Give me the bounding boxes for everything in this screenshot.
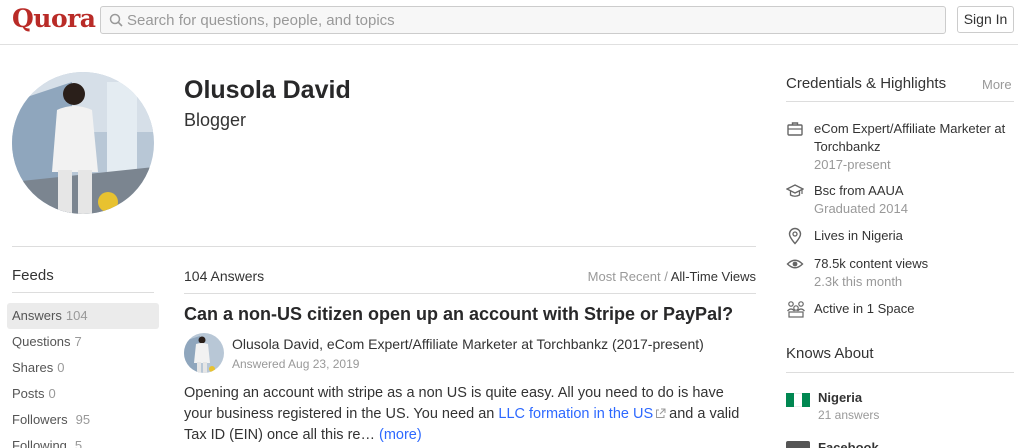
location-icon [788,227,802,245]
topic-facebook[interactable]: Facebook [818,440,879,448]
profile-avatar [12,72,154,214]
feeds-divider [12,292,154,293]
feed-item-count: 0 [48,386,56,401]
feed-item-count: 0 [57,360,65,375]
question-title[interactable]: Can a non-US citizen open up an account … [184,304,733,325]
llc-formation-link[interactable]: LLC formation in the US [498,406,653,422]
credential-employment: eCom Expert/Affiliate Marketer at Torchb… [786,120,1018,174]
topic-nigeria[interactable]: Nigeria [818,390,862,405]
feed-item-count: 7 [74,334,82,349]
feeds-title: Feeds [12,267,54,284]
author-avatar[interactable] [184,333,224,373]
sort-all-time-views[interactable]: All-Time Views [671,269,756,284]
feed-item-shares[interactable]: Shares 0 [7,355,159,381]
answer-preview: Opening an account with stripe as a non … [184,383,754,446]
spaces-suffix: Space [873,301,915,316]
credential-text: Lives in Nigeria [814,228,903,243]
feed-item-count: 95 [75,412,91,427]
spaces-prefix: Active in [814,301,867,316]
eye-icon [786,259,804,269]
credential-location: Lives in Nigeria [786,227,1018,245]
knows-about-title: Knows About [786,345,874,362]
feed-item-label: Answers [12,308,62,323]
answers-divider [184,293,756,294]
credential-views: 78.5k content views 2.3k this month [786,255,1018,291]
facebook-topic-icon [786,441,810,448]
credentials-divider [786,101,1014,102]
answer-sort: Most Recent / All-Time Views [588,269,756,284]
graduation-cap-icon [786,184,804,197]
more-link[interactable]: (more) [379,427,422,443]
topic-answer-count: 21 answers [818,408,880,422]
credentials-more-link[interactable]: More [982,77,1012,92]
feed-item-label: Posts [12,386,45,401]
credentials-title: Credentials & Highlights [786,75,947,92]
credential-education: Bsc from AAUA Graduated 2014 [786,182,1018,218]
author-credential[interactable]: Olusola David, eCom Expert/Affiliate Mar… [232,336,704,352]
profile-name: Olusola David [184,76,351,104]
sort-separator: / [660,269,671,284]
search-icon [109,13,123,27]
external-link-icon [656,408,666,418]
credential-text: Active in 1 Space [814,300,1018,318]
top-header: Quora Sign In [0,0,1018,45]
spaces-count-link[interactable]: 1 [867,301,874,316]
briefcase-icon [787,122,803,136]
feed-item-label: Following [12,438,67,448]
credential-subtext: 2017-present [814,157,891,172]
feed-item-count: 5 [74,438,83,448]
feed-item-count: 104 [65,308,88,323]
sort-most-recent[interactable]: Most Recent [588,269,661,284]
feed-item-questions[interactable]: Questions 7 [7,329,159,355]
feed-item-followers[interactable]: Followers 95 [7,407,159,433]
credential-text: eCom Expert/Affiliate Marketer at Torchb… [814,121,1006,154]
credential-subtext: Graduated 2014 [814,201,908,216]
feed-item-posts[interactable]: Posts 0 [7,381,159,407]
feed-item-label: Questions [12,334,71,349]
credential-subtext: 2.3k this month [814,274,903,289]
feed-item-answers[interactable]: Answers 104 [7,303,159,329]
spaces-icon [787,301,805,318]
profile-divider [12,246,756,247]
feed-item-label: Followers [12,412,68,427]
feed-item-label: Shares [12,360,54,375]
search-bar[interactable] [100,6,946,34]
sign-in-button[interactable]: Sign In [957,6,1014,33]
answered-date[interactable]: Answered Aug 23, 2019 [232,357,359,371]
knows-about-divider [786,372,1014,373]
answers-count: 104 Answers [184,268,265,284]
nigeria-flag-icon [786,393,810,407]
credential-text: Bsc from AAUA [814,183,904,198]
credential-text: 78.5k content views [814,256,929,271]
profile-tagline: Blogger [184,110,247,130]
feed-item-following[interactable]: Following 5 [7,433,159,448]
quora-logo[interactable]: Quora [12,4,96,33]
search-input[interactable] [127,10,927,30]
credential-spaces: Active in 1 Space [786,300,1018,318]
